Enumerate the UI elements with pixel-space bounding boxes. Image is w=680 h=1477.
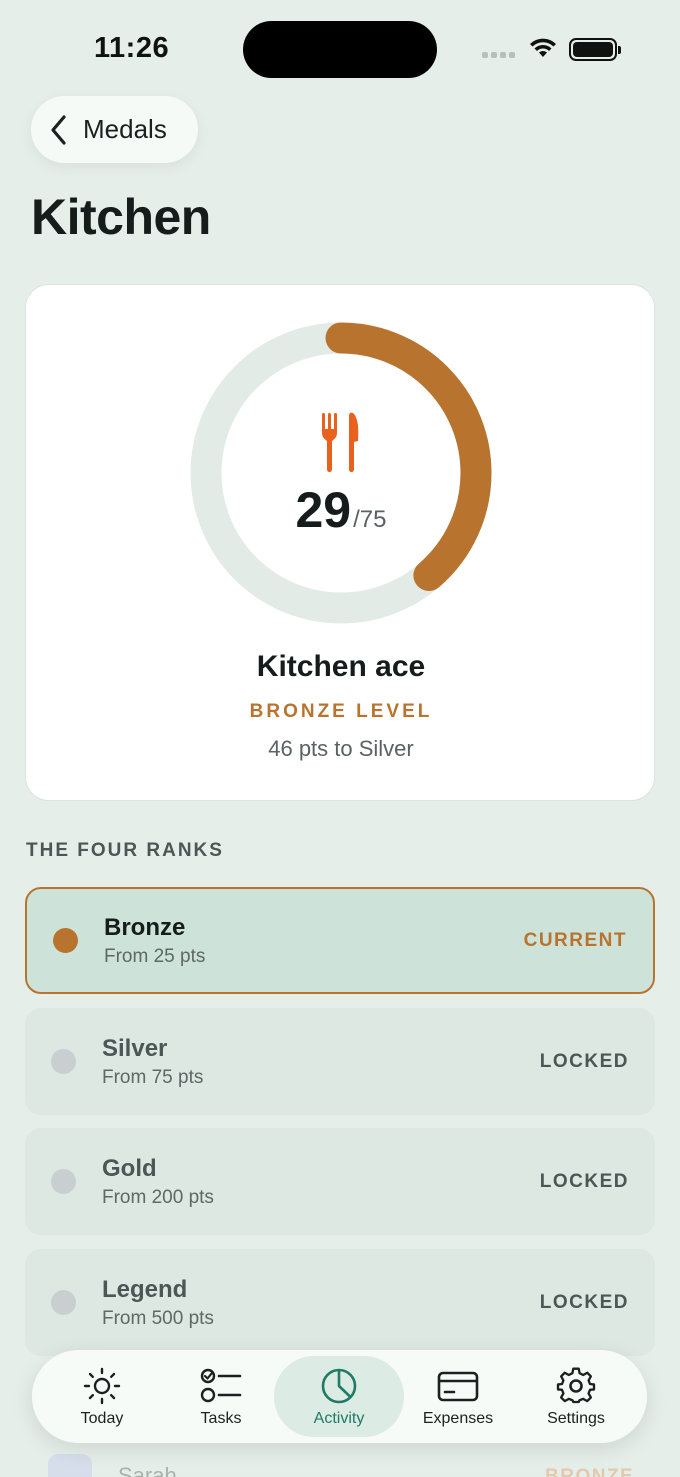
tab-expenses[interactable]: Expenses	[399, 1356, 517, 1437]
tab-label: Expenses	[422, 1409, 494, 1427]
rank-status: CURRENT	[523, 929, 627, 951]
rank-status: LOCKED	[539, 1291, 629, 1313]
rank-dot	[51, 1049, 76, 1074]
rank-name: Legend	[102, 1275, 188, 1303]
tab-today[interactable]: Today	[43, 1356, 161, 1437]
points-goal: /75	[353, 506, 387, 533]
rank-name: Gold	[102, 1154, 157, 1182]
rank-row-legend[interactable]: Legend From 500 pts LOCKED	[25, 1249, 655, 1356]
rank-dot	[51, 1169, 76, 1194]
medal-name: Kitchen ace	[256, 650, 426, 683]
points-to-next-level: 46 pts to Silver	[268, 736, 414, 761]
wifi-icon	[530, 38, 556, 57]
dynamic-island	[243, 21, 437, 78]
rank-dot	[53, 928, 78, 953]
tab-tasks[interactable]: Tasks	[162, 1356, 280, 1437]
tab-label: Tasks	[200, 1409, 242, 1427]
rank-row-bronze[interactable]: Bronze From 25 pts CURRENT	[25, 887, 655, 994]
pie-chart-icon	[321, 1368, 357, 1403]
sun-icon	[83, 1367, 121, 1404]
rank-threshold: From 200 pts	[102, 1186, 214, 1208]
status-bar: 11:26	[0, 0, 680, 96]
status-time: 11:26	[94, 32, 170, 64]
page-title: Kitchen	[31, 189, 211, 245]
rank-threshold: From 500 pts	[102, 1307, 214, 1329]
tab-settings[interactable]: Settings	[517, 1356, 635, 1437]
progress-ring-center: 29/75	[189, 321, 493, 625]
checklist-icon	[200, 1368, 242, 1402]
rank-row-gold[interactable]: Gold From 200 pts LOCKED	[25, 1128, 655, 1235]
back-button-label: Medals	[83, 114, 167, 144]
medal-progress-card: 29/75 Kitchen ace BRONZE LEVEL 46 pts to…	[25, 284, 655, 801]
list-item[interactable]: Sarah	[48, 1454, 177, 1477]
credit-card-icon	[437, 1371, 479, 1401]
rank-status: LOCKED	[539, 1170, 629, 1192]
ranks-section-title: THE FOUR RANKS	[26, 840, 224, 861]
member-name: Sarah	[118, 1463, 177, 1477]
points-value: 29	[295, 482, 352, 538]
rank-name: Bronze	[104, 913, 186, 941]
points-count: 29/75	[189, 481, 493, 539]
tab-label: Settings	[547, 1409, 605, 1427]
gear-icon	[556, 1367, 596, 1403]
tab-bar: Today Tasks Activity Expenses Settings	[32, 1350, 647, 1443]
back-button[interactable]: Medals	[31, 96, 198, 163]
battery-icon	[569, 38, 621, 61]
fork-knife-icon	[322, 412, 359, 472]
member-status: BRONZE	[545, 1466, 635, 1477]
rank-status: LOCKED	[539, 1050, 629, 1072]
cellular-signal-icon	[482, 52, 515, 58]
rank-row-silver[interactable]: Silver From 75 pts LOCKED	[25, 1008, 655, 1115]
chevron-left-icon	[51, 114, 66, 145]
tab-label: Today	[80, 1409, 124, 1427]
rank-threshold: From 75 pts	[102, 1066, 204, 1088]
medal-level: BRONZE LEVEL	[249, 701, 433, 722]
rank-threshold: From 25 pts	[104, 945, 206, 967]
rank-dot	[51, 1290, 76, 1315]
rank-name: Silver	[102, 1034, 168, 1062]
tab-label: Activity	[313, 1409, 365, 1427]
avatar	[48, 1454, 92, 1477]
tab-activity[interactable]: Activity	[274, 1356, 404, 1437]
